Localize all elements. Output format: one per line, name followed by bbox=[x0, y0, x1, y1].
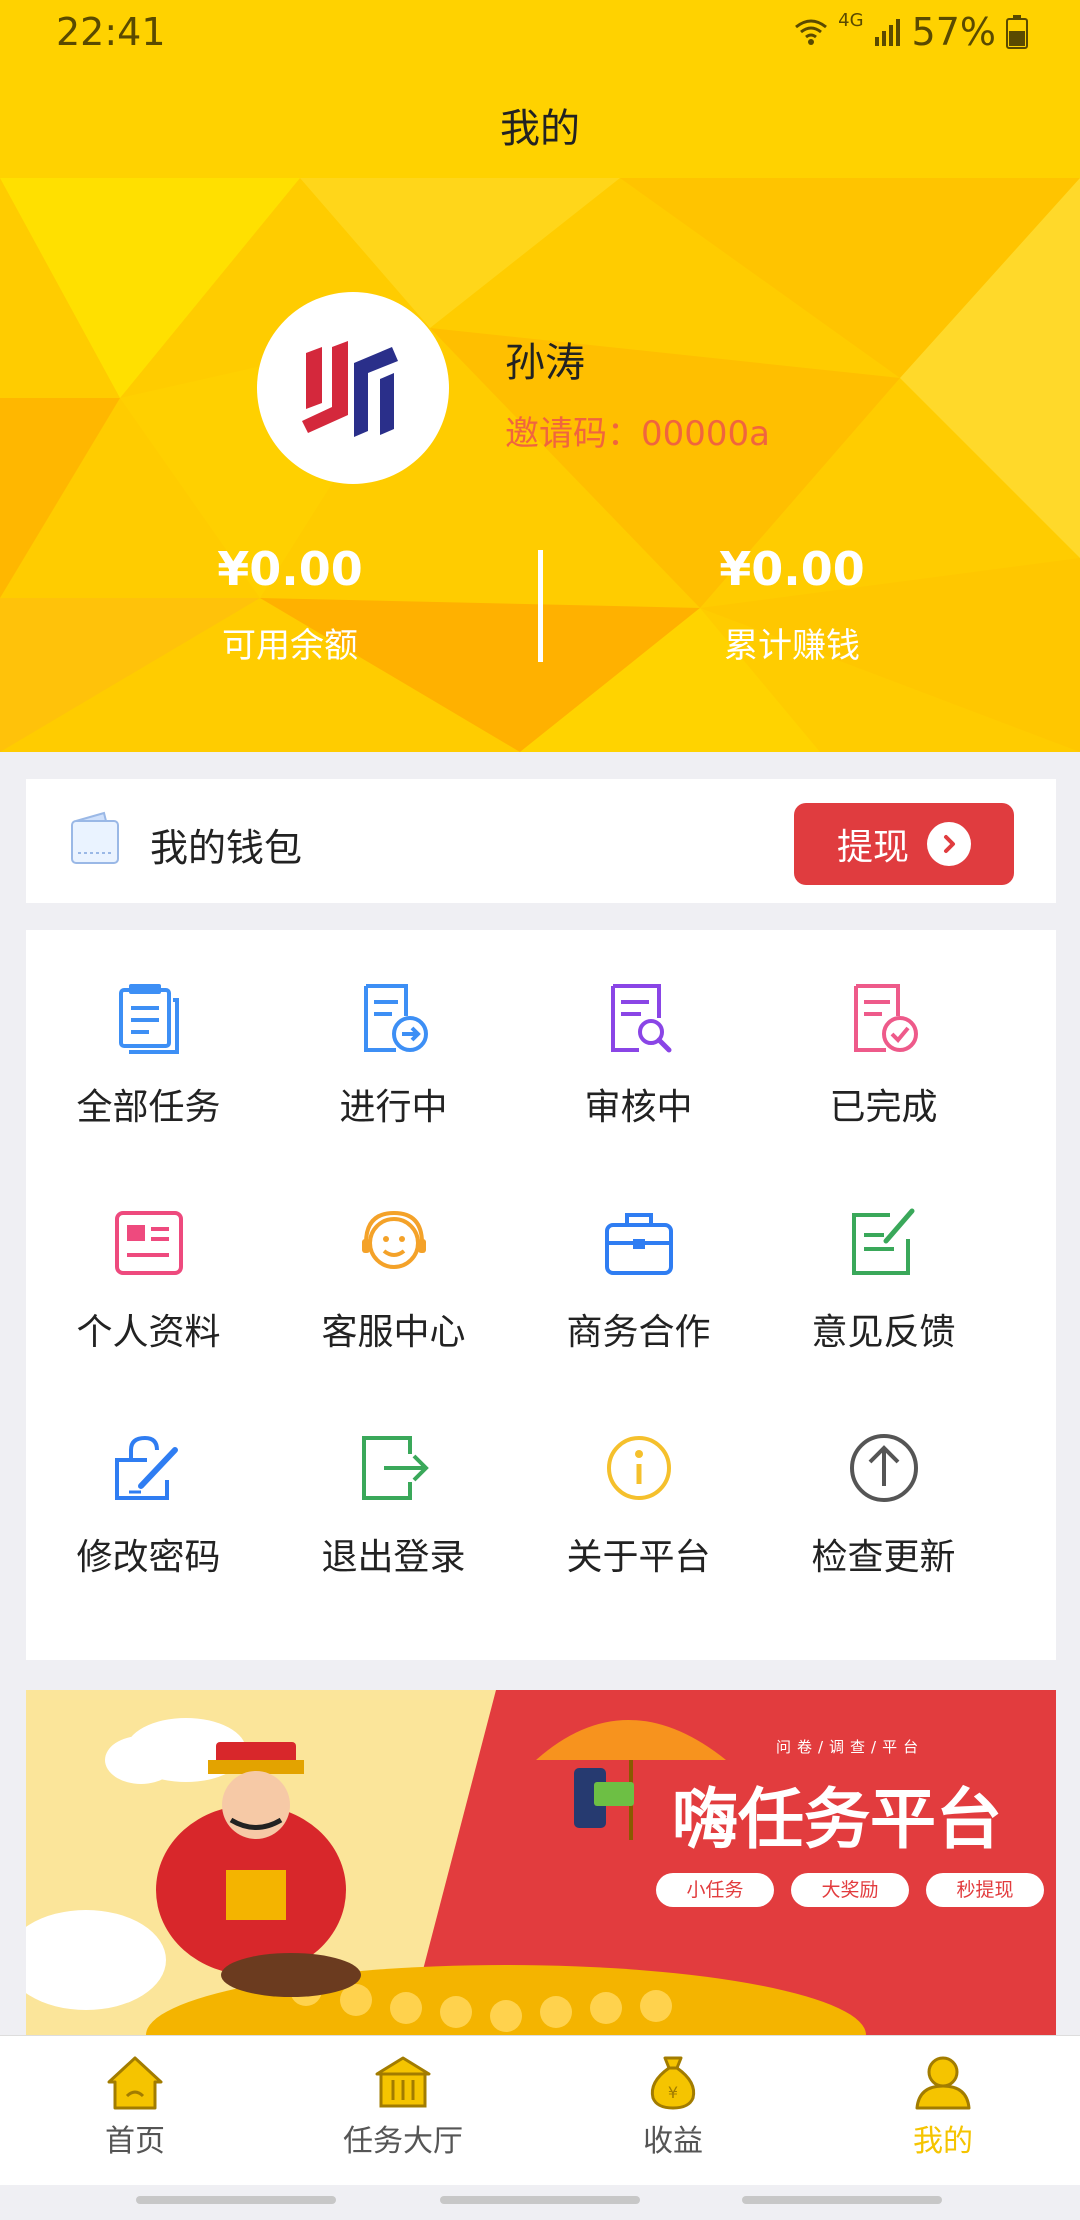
nav-earnings[interactable]: ¥ 收益 bbox=[573, 2054, 773, 2160]
status-time: 22:41 bbox=[56, 10, 166, 54]
logout-icon bbox=[361, 1436, 429, 1500]
menu-logout[interactable]: 退出登录 bbox=[271, 1380, 516, 1580]
nav-label: 任务大厅 bbox=[343, 2124, 463, 2159]
wallet-label: 我的钱包 bbox=[150, 826, 303, 870]
menu-business[interactable]: 商务合作 bbox=[516, 1155, 761, 1355]
nav-task-hall[interactable]: 任务大厅 bbox=[303, 2054, 503, 2160]
nav-label: 首页 bbox=[105, 2124, 165, 2159]
clipboard-list-icon bbox=[118, 984, 179, 1054]
battery-percent: 57% bbox=[911, 10, 996, 54]
nav-gesture-bar bbox=[440, 2196, 640, 2204]
menu-all-tasks[interactable]: 全部任务 bbox=[26, 930, 271, 1130]
invite-code[interactable]: 邀请码：00000a bbox=[505, 406, 770, 455]
signal-icon bbox=[874, 19, 900, 46]
menu-label: 关于平台 bbox=[566, 1537, 711, 1578]
menu-label: 修改密码 bbox=[76, 1537, 221, 1578]
stats-divider bbox=[538, 550, 543, 662]
briefcase-icon bbox=[604, 1213, 673, 1275]
available-balance[interactable]: ¥0.00 可用余额 bbox=[140, 542, 440, 667]
nav-label: 我的 bbox=[913, 2124, 973, 2159]
total-earnings[interactable]: ¥0.00 累计赚钱 bbox=[642, 542, 942, 667]
info-icon bbox=[606, 1436, 671, 1500]
status-icons: 4G 57% bbox=[794, 10, 1028, 54]
menu-label: 检查更新 bbox=[811, 1537, 956, 1578]
nav-gesture-bar bbox=[742, 2196, 942, 2204]
menu-profile[interactable]: 个人资料 bbox=[26, 1155, 271, 1355]
menu-grid: 全部任务 进行中 审核中 已完成 个人资料 客服中心 商务合作 意见反馈 修改密… bbox=[26, 930, 1056, 1660]
menu-label: 全部任务 bbox=[76, 1087, 221, 1128]
hall-icon bbox=[375, 2056, 431, 2108]
menu-label: 客服中心 bbox=[321, 1312, 466, 1353]
menu-check-update[interactable]: 检查更新 bbox=[761, 1380, 1006, 1580]
banner-subtitle: 问卷/调查/平台 bbox=[776, 1738, 925, 1756]
wallet-row[interactable]: 我的钱包 提现 bbox=[26, 779, 1056, 903]
menu-label: 退出登录 bbox=[321, 1537, 466, 1578]
total-earnings-label: 累计赚钱 bbox=[724, 626, 860, 666]
user-icon bbox=[915, 2056, 971, 2110]
wallet-icon bbox=[71, 811, 119, 864]
menu-label: 意见反馈 bbox=[811, 1312, 956, 1353]
promo-banner[interactable]: 问卷/调查/平台 嗨任务平台 小任务 大奖励 秒提现 bbox=[26, 1690, 1056, 2035]
available-balance-amount: ¥0.00 bbox=[217, 542, 363, 596]
available-balance-label: 可用余额 bbox=[222, 626, 358, 666]
network-type: 4G bbox=[838, 10, 864, 31]
menu-customer-service[interactable]: 客服中心 bbox=[271, 1155, 516, 1355]
menu-in-progress[interactable]: 进行中 bbox=[271, 930, 516, 1130]
menu-label: 审核中 bbox=[584, 1087, 693, 1128]
id-card-icon bbox=[114, 1211, 183, 1275]
lock-edit-icon bbox=[114, 1435, 178, 1500]
nav-mine[interactable]: 我的 bbox=[843, 2054, 1043, 2160]
banner-tag-1: 小任务 bbox=[656, 1873, 774, 1907]
menu-label: 个人资料 bbox=[76, 1312, 221, 1353]
total-earnings-amount: ¥0.00 bbox=[719, 542, 865, 596]
battery-icon bbox=[1006, 15, 1028, 49]
menu-change-password[interactable]: 修改密码 bbox=[26, 1380, 271, 1580]
home-icon bbox=[107, 2056, 163, 2110]
menu-under-review[interactable]: 审核中 bbox=[516, 930, 761, 1130]
avatar[interactable] bbox=[257, 292, 449, 484]
money-bag-icon: ¥ bbox=[650, 2056, 696, 2110]
nav-home[interactable]: 首页 bbox=[35, 2054, 235, 2160]
banner-tag-2: 大奖励 bbox=[791, 1873, 909, 1907]
username: 孙涛 bbox=[505, 340, 585, 386]
withdraw-label: 提现 bbox=[836, 827, 909, 868]
doc-check-icon bbox=[853, 984, 918, 1052]
menu-label: 进行中 bbox=[339, 1087, 448, 1128]
banner-title: 嗨任务平台 bbox=[672, 1781, 1002, 1858]
nav-label: 收益 bbox=[643, 2124, 703, 2159]
menu-feedback[interactable]: 意见反馈 bbox=[761, 1155, 1006, 1355]
user-logo-icon bbox=[302, 341, 398, 437]
withdraw-button[interactable]: 提现 bbox=[794, 803, 1014, 885]
headset-smile-icon bbox=[361, 1210, 426, 1269]
menu-label: 商务合作 bbox=[566, 1312, 711, 1353]
app-bar: 22:41 4G 57% 我的 bbox=[0, 0, 1080, 178]
wifi-icon bbox=[795, 19, 828, 45]
svg-text:¥: ¥ bbox=[668, 2083, 678, 2102]
menu-completed[interactable]: 已完成 bbox=[761, 930, 1006, 1130]
menu-label: 已完成 bbox=[829, 1087, 938, 1128]
doc-search-icon bbox=[610, 984, 671, 1053]
chevron-right-icon bbox=[927, 822, 971, 866]
upload-arrow-icon bbox=[849, 1434, 918, 1502]
edit-note-icon bbox=[851, 1208, 914, 1275]
nav-gesture-bar bbox=[136, 2196, 336, 2204]
doc-arrow-icon bbox=[363, 984, 428, 1052]
banner-tag-3: 秒提现 bbox=[926, 1873, 1044, 1907]
bottom-nav: 首页 任务大厅 ¥ 收益 我的 bbox=[0, 2035, 1080, 2185]
profile-header: 孙涛 邀请码：00000a ¥0.00 可用余额 ¥0.00 累计赚钱 bbox=[0, 178, 1080, 752]
page-title: 我的 bbox=[500, 106, 580, 152]
menu-about[interactable]: 关于平台 bbox=[516, 1380, 761, 1580]
